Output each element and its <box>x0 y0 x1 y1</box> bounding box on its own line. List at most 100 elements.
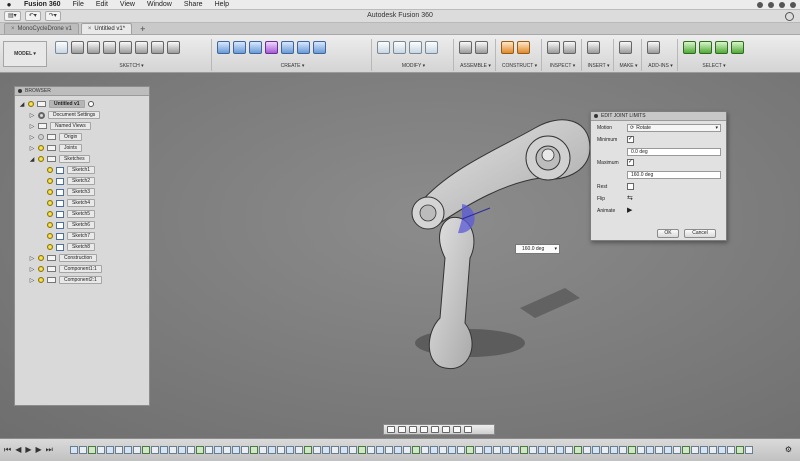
timeline-feature-icon[interactable] <box>466 446 474 454</box>
viewports-icon[interactable] <box>464 426 472 433</box>
menu-edit[interactable]: Edit <box>90 1 114 8</box>
timeline-feature-icon[interactable] <box>277 446 285 454</box>
expand-icon[interactable]: ▷ <box>29 134 35 141</box>
construct-menu[interactable]: CONSTRUCT ▾ <box>498 63 541 69</box>
select-icon[interactable] <box>683 41 696 54</box>
timeline-feature-icon[interactable] <box>547 446 555 454</box>
timeline-feature-icon[interactable] <box>160 446 168 454</box>
timeline-feature-icon[interactable] <box>223 446 231 454</box>
step-forward-icon[interactable]: ▶ <box>36 445 42 455</box>
expand-icon[interactable]: ▷ <box>29 277 35 284</box>
browser-header[interactable]: BROWSER <box>15 87 149 96</box>
visibility-icon[interactable] <box>47 200 53 206</box>
tree-item-sketch6[interactable]: Sketch6 <box>47 220 96 230</box>
timeline-feature-icon[interactable] <box>133 446 141 454</box>
measure-icon[interactable] <box>547 41 560 54</box>
assemble-menu[interactable]: ASSEMBLE ▾ <box>456 63 495 69</box>
expand-icon[interactable]: ◢ <box>29 156 35 163</box>
add-tab-button[interactable]: + <box>134 23 151 34</box>
timeline-feature-icon[interactable] <box>736 446 744 454</box>
tree-item-sketch5[interactable]: Sketch5 <box>47 209 96 219</box>
make-menu[interactable]: MAKE ▾ <box>616 63 641 69</box>
menu-help[interactable]: Help <box>209 1 235 8</box>
collapse-icon[interactable] <box>18 89 22 93</box>
play-icon[interactable]: ▶ <box>25 445 31 455</box>
timeline-feature-icon[interactable] <box>421 446 429 454</box>
tree-item-sketches[interactable]: ◢ Sketches <box>29 154 90 164</box>
timeline-feature-icon[interactable] <box>313 446 321 454</box>
chevron-down-icon[interactable]: ▾ <box>554 245 557 253</box>
sketch-menu[interactable]: SKETCH ▾ <box>52 63 211 69</box>
timeline-feature-icon[interactable] <box>529 446 537 454</box>
rest-checkbox[interactable] <box>627 183 634 190</box>
fillet-icon[interactable] <box>393 41 406 54</box>
visibility-icon[interactable] <box>47 178 53 184</box>
timeline-feature-icon[interactable] <box>646 446 654 454</box>
expand-icon[interactable]: ▷ <box>29 266 35 273</box>
menu-file[interactable]: File <box>67 1 90 8</box>
dialog-header[interactable]: EDIT JOINT LIMITS <box>591 112 726 121</box>
interference-icon[interactable] <box>563 41 576 54</box>
modify-menu[interactable]: MODIFY ▾ <box>374 63 453 69</box>
timeline-feature-icon[interactable] <box>520 446 528 454</box>
close-icon[interactable]: × <box>11 24 15 34</box>
go-to-end-icon[interactable]: ⏭ <box>46 445 53 455</box>
timeline-feature-icon[interactable] <box>673 446 681 454</box>
timeline-feature-icon[interactable] <box>331 446 339 454</box>
timeline-feature-icon[interactable] <box>664 446 672 454</box>
look-at-icon[interactable] <box>398 426 406 433</box>
loft-icon[interactable] <box>313 41 326 54</box>
play-icon[interactable]: ▶ <box>627 206 632 214</box>
tree-root[interactable]: ◢ Untitled v1 <box>19 99 94 109</box>
tree-item-sketch2[interactable]: Sketch2 <box>47 176 96 186</box>
window-select-icon[interactable] <box>699 41 712 54</box>
timeline-feature-icon[interactable] <box>250 446 258 454</box>
timeline-feature-icon[interactable] <box>295 446 303 454</box>
polygon-icon[interactable] <box>135 41 148 54</box>
tree-item-origin[interactable]: ▷ Origin <box>29 132 83 142</box>
addins-menu[interactable]: ADD-INS ▾ <box>644 63 677 69</box>
timeline-feature-icon[interactable] <box>574 446 582 454</box>
timeline-feature-icon[interactable] <box>727 446 735 454</box>
insert-menu[interactable]: INSERT ▾ <box>584 63 613 69</box>
zoom-icon[interactable] <box>420 426 428 433</box>
timeline-feature-icon[interactable] <box>538 446 546 454</box>
timeline-feature-icon[interactable] <box>655 446 663 454</box>
timeline-feature-icon[interactable] <box>367 446 375 454</box>
orbit-icon[interactable] <box>387 426 395 433</box>
search-icon[interactable] <box>779 1 785 8</box>
visibility-icon[interactable] <box>38 134 44 140</box>
ok-button[interactable]: OK <box>657 229 679 238</box>
timeline-feature-icon[interactable] <box>349 446 357 454</box>
timeline-feature-icon[interactable] <box>430 446 438 454</box>
timeline-feature-icon[interactable] <box>394 446 402 454</box>
timeline-feature-icon[interactable] <box>637 446 645 454</box>
timeline-feature-icon[interactable] <box>142 446 150 454</box>
spline-icon[interactable] <box>151 41 164 54</box>
stop-sketch-icon[interactable] <box>167 41 180 54</box>
visibility-icon[interactable] <box>38 266 44 272</box>
visibility-icon[interactable] <box>47 244 53 250</box>
timeline-feature-icon[interactable] <box>511 446 519 454</box>
timeline-feature-icon[interactable] <box>151 446 159 454</box>
battery-icon[interactable] <box>768 1 774 8</box>
cancel-button[interactable]: Cancel <box>684 229 716 238</box>
timeline-feature-icon[interactable] <box>493 446 501 454</box>
flip-icon[interactable]: ⇆ <box>627 194 633 202</box>
timeline-feature-icon[interactable] <box>700 446 708 454</box>
tree-item-sketch7[interactable]: Sketch7 <box>47 231 96 241</box>
timeline-features[interactable] <box>70 446 770 455</box>
expand-icon[interactable]: ▷ <box>29 123 35 130</box>
menu-share[interactable]: Share <box>178 1 209 8</box>
menu-window[interactable]: Window <box>141 1 178 8</box>
create-menu[interactable]: CREATE ▾ <box>214 63 371 69</box>
timeline-feature-icon[interactable] <box>205 446 213 454</box>
timeline-feature-icon[interactable] <box>457 446 465 454</box>
timeline-feature-icon[interactable] <box>106 446 114 454</box>
visibility-icon[interactable] <box>47 222 53 228</box>
tree-item-joints[interactable]: ▷ Joints <box>29 143 83 153</box>
visibility-icon[interactable] <box>47 211 53 217</box>
pan-icon[interactable] <box>409 426 417 433</box>
sweep-icon[interactable] <box>297 41 310 54</box>
visibility-icon[interactable] <box>28 101 34 107</box>
